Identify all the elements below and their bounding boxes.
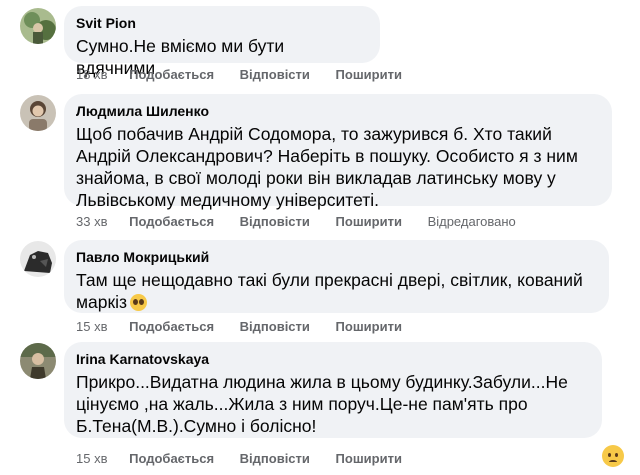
comment-text: Там ще нещодавно такі були прекрасні две… — [76, 269, 597, 313]
comment-text-line: Львівському медичному університеті. — [76, 190, 380, 210]
like-button[interactable]: Подобається — [129, 67, 214, 82]
comment-bubble: Людмила Шиленко Щоб побачив Андрій Содом… — [64, 94, 612, 210]
comment-text-line: Прикро...Видатна людина жила в цьому буд… — [76, 372, 568, 392]
reply-button[interactable]: Відповісти — [240, 214, 310, 229]
comment-time[interactable]: 33 хв — [76, 214, 107, 229]
comment-bubble: Svit Pion Сумно.Не вміємо ми бути вдячни… — [64, 6, 380, 78]
comment-text-line: маркіз — [76, 292, 128, 312]
comment-text-line: цінуємо ,на жаль...Жила з ним поруч.Це-н… — [76, 394, 528, 414]
comment-text-line: Щоб побачив Андрій Содомора, то зажуривс… — [76, 124, 552, 144]
like-button[interactable]: Подобається — [129, 319, 214, 334]
avatar[interactable] — [20, 343, 56, 379]
like-button[interactable]: Подобається — [129, 451, 214, 466]
comment-bubble: Павло Мокрицький Там ще нещодавно такі б… — [64, 240, 609, 313]
comment-author[interactable]: Svit Pion — [76, 14, 368, 32]
avatar[interactable] — [20, 241, 56, 277]
sad-reaction-mouth — [609, 460, 617, 464]
share-button[interactable]: Поширити — [336, 214, 402, 229]
comment-actions: 18 хв Подобається Відповісти Поширити — [76, 67, 424, 83]
comment-time[interactable]: 15 хв — [76, 451, 107, 466]
comment-actions: 15 хв Подобається Відповісти Поширити — [76, 319, 424, 335]
reply-button[interactable]: Відповісти — [240, 67, 310, 82]
comment-author[interactable]: Павло Мокрицький — [76, 248, 597, 266]
like-button[interactable]: Подобається — [129, 214, 214, 229]
reply-button[interactable]: Відповісти — [240, 319, 310, 334]
share-button[interactable]: Поширити — [336, 67, 402, 82]
avatar[interactable] — [20, 95, 56, 131]
pleading-face-emoji-icon — [130, 294, 148, 311]
comment-text-line: Там ще нещодавно такі були прекрасні две… — [76, 270, 583, 290]
edited-label: Відредаговано — [427, 214, 516, 229]
avatar[interactable] — [20, 8, 56, 44]
comment-text-line: знайома, в свої молоді роки він викладав… — [76, 168, 556, 188]
comment-text: Прикро...Видатна людина жила в цьому буд… — [76, 371, 590, 437]
comment-text-line: Андрій Олександрович? Наберіть в пошуку.… — [76, 146, 578, 166]
comment-time[interactable]: 15 хв — [76, 319, 107, 334]
comment-author[interactable]: Людмила Шиленко — [76, 102, 600, 120]
share-button[interactable]: Поширити — [336, 451, 402, 466]
comment-bubble: Irina Karnatovskaya Прикро...Видатна люд… — [64, 342, 602, 438]
comment-author[interactable]: Irina Karnatovskaya — [76, 350, 590, 368]
comment-text: Щоб побачив Андрій Содомора, то зажуривс… — [76, 123, 600, 211]
reply-button[interactable]: Відповісти — [240, 451, 310, 466]
comment-text-line: Б.Тена(М.В.).Сумно і болісно! — [76, 416, 317, 436]
comment-text-line-with-emoji: маркіз — [76, 291, 597, 313]
sad-reaction-icon[interactable] — [602, 445, 624, 467]
comment-actions: 15 хв Подобається Відповісти Поширити — [76, 451, 424, 467]
comment-time[interactable]: 18 хв — [76, 67, 107, 82]
comment-actions: 33 хв Подобається Відповісти Поширити Ві… — [76, 214, 538, 230]
share-button[interactable]: Поширити — [336, 319, 402, 334]
